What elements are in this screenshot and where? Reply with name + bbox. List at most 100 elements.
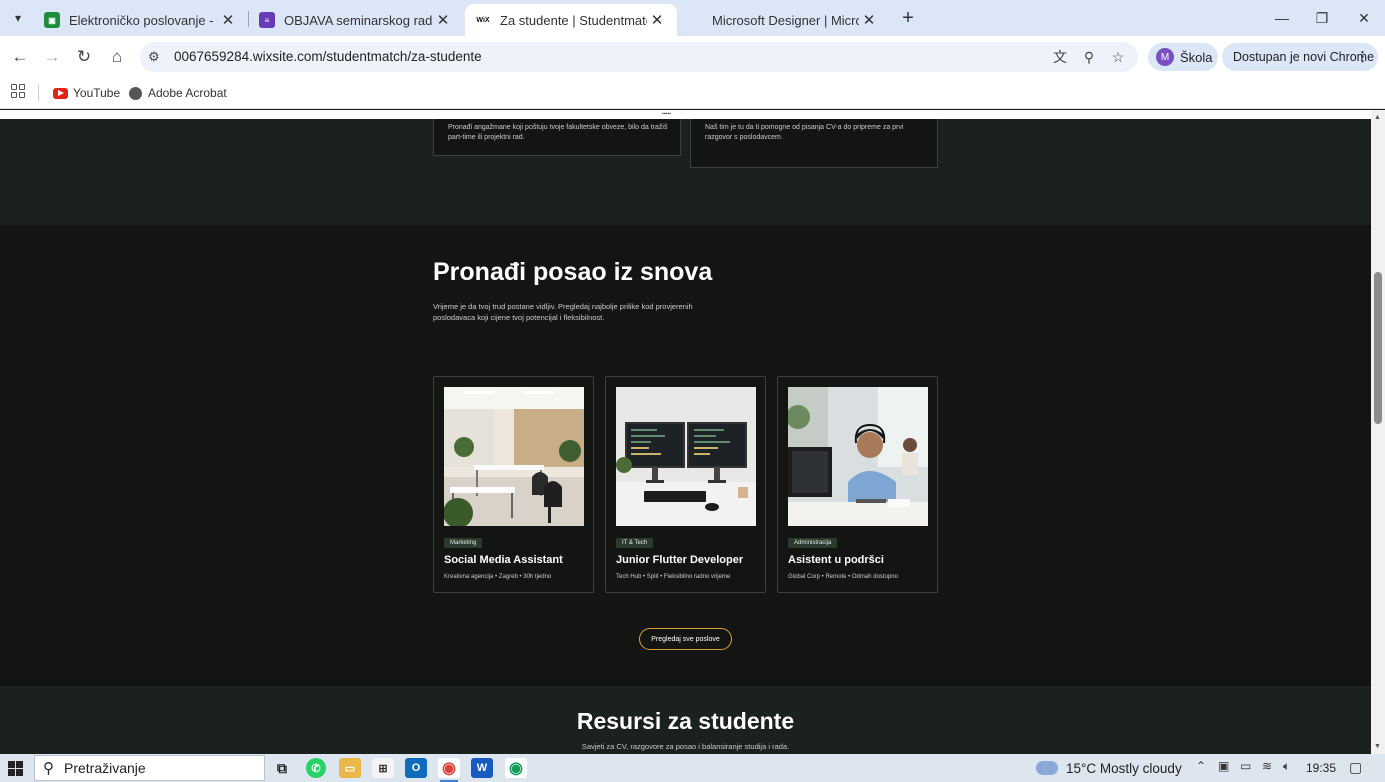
classroom-icon: ▣ bbox=[44, 12, 60, 28]
windows-start-icon[interactable] bbox=[8, 761, 23, 776]
cloudy-weather-icon bbox=[1036, 761, 1058, 775]
wix-banner: ▪▪▪▪▪ bbox=[0, 110, 1371, 119]
microsoft-store-icon[interactable]: ⊞ bbox=[372, 758, 394, 778]
chrome-profile-icon[interactable]: ◉ bbox=[505, 758, 527, 778]
job-meta: Tech Hub • Split • Fleksibilno radno vri… bbox=[616, 574, 731, 580]
window-close-icon[interactable]: ✕ bbox=[1341, 0, 1385, 36]
support-agent-photo bbox=[788, 387, 928, 526]
jobs-section: Pronađi posao iz snova Vrijeme je da tvo… bbox=[0, 225, 1371, 686]
clock[interactable]: 19:35 bbox=[1306, 761, 1336, 775]
page-scrollbar[interactable]: ▲ ▼ bbox=[1371, 110, 1385, 754]
page-viewport: ▪▪▪▪▪ Pronađi angažmane koji poštuju tvo… bbox=[0, 110, 1371, 754]
site-settings-icon[interactable]: ⚙ bbox=[148, 49, 160, 65]
search-placeholder: Pretraživanje bbox=[64, 760, 146, 776]
task-view-icon[interactable]: ⧉ bbox=[271, 758, 293, 778]
scrollbar-thumb[interactable] bbox=[1374, 272, 1382, 424]
weather-widget[interactable]: 15°C Mostly cloudy bbox=[1036, 758, 1182, 778]
job-card-flutter-developer[interactable]: IT & Tech Junior Flutter Developer Tech … bbox=[605, 376, 766, 593]
reload-icon[interactable]: ↻ bbox=[71, 44, 97, 70]
bookmark-youtube[interactable]: YouTube bbox=[53, 83, 120, 103]
taskbar-search-box[interactable]: ⚲ Pretraživanje bbox=[34, 755, 265, 781]
file-explorer-icon[interactable]: ▭ bbox=[339, 758, 361, 778]
word-icon[interactable]: W bbox=[471, 758, 493, 778]
microsoft-icon bbox=[687, 12, 703, 28]
volume-icon[interactable]: 🔈︎ bbox=[1283, 759, 1290, 774]
url-text[interactable]: 0067659284.wixsite.com/studentmatch/za-s… bbox=[174, 49, 482, 64]
windows-taskbar: ⚲ Pretraživanje ⧉ ✆ ▭ ⊞ O ◉ W ◉ 15°C Mos… bbox=[0, 754, 1385, 782]
bookmark-star-icon[interactable]: ☆ bbox=[1108, 47, 1128, 67]
job-meta: Kreativna agencija • Zagreb • 30h tjedno bbox=[444, 574, 552, 580]
close-icon[interactable]: ✕ bbox=[859, 11, 879, 29]
tab-title: Za studente | Studentmatch bbox=[500, 12, 647, 28]
tab-studentmatch[interactable]: WiX Za studente | Studentmatch ✕ bbox=[465, 4, 677, 36]
close-icon[interactable]: ✕ bbox=[433, 11, 453, 29]
forward-arrow-icon[interactable]: → bbox=[39, 44, 65, 70]
tab-title: OBJAVA seminarskog rada za kolegij bbox=[284, 12, 433, 28]
tab-title: Microsoft Designer | Microsoft 365 bbox=[712, 12, 859, 28]
view-all-jobs-button[interactable]: Pregledaj sve poslove bbox=[639, 628, 732, 650]
back-arrow-icon[interactable]: ← bbox=[7, 44, 33, 70]
chrome-icon[interactable]: ◉ bbox=[438, 758, 460, 782]
chrome-update-button[interactable]: Dostupan je novi Chrome ⋮ bbox=[1222, 43, 1378, 71]
notifications-icon[interactable]: ▢ bbox=[1349, 759, 1362, 776]
menu-dots-icon[interactable]: ⋮ bbox=[1356, 49, 1369, 65]
tab-title: Elektroničko poslovanje - SEMINAR bbox=[69, 12, 218, 28]
tab-objava[interactable]: ≡ OBJAVA seminarskog rada za kolegij ✕ bbox=[249, 4, 463, 36]
job-title[interactable]: Social Media Assistant bbox=[444, 554, 563, 566]
section-subtitle: Savjeti za CV, razgovore za posao i bala… bbox=[581, 742, 790, 751]
new-tab-plus-icon[interactable]: + bbox=[896, 6, 920, 30]
section-title: Pronađi posao iz snova bbox=[433, 258, 713, 286]
tab-seminar[interactable]: ▣ Elektroničko poslovanje - SEMINAR ✕ bbox=[34, 4, 248, 36]
bookmark-label: Adobe Acrobat bbox=[148, 86, 227, 100]
section-lead: Vrijeme je da tvoj trud postane vidljiv.… bbox=[433, 302, 693, 322]
service-card: Pronađi angažmane koji poštuju tvoje fak… bbox=[433, 119, 681, 156]
address-bar[interactable]: ⚙ 0067659284.wixsite.com/studentmatch/za… bbox=[140, 42, 1138, 72]
globe-icon bbox=[129, 86, 142, 100]
restore-icon[interactable]: ❐ bbox=[1299, 0, 1345, 36]
close-icon[interactable]: ✕ bbox=[218, 11, 238, 29]
search-icon: ⚲ bbox=[43, 760, 54, 777]
job-card-social-media[interactable]: Marketing Social Media Assistant Kreativ… bbox=[433, 376, 594, 593]
job-title[interactable]: Junior Flutter Developer bbox=[616, 554, 743, 566]
tab-strip: ▾ ▣ Elektroničko poslovanje - SEMINAR ✕ … bbox=[0, 0, 1385, 36]
translate-icon[interactable]: 文 bbox=[1050, 47, 1070, 67]
scroll-up-icon[interactable]: ▲ bbox=[1374, 114, 1381, 121]
monitors-photo bbox=[616, 387, 756, 526]
tray-chevron-up-icon[interactable]: ⌃ bbox=[1196, 759, 1206, 773]
youtube-icon bbox=[53, 87, 68, 99]
profile-button[interactable]: M Škola bbox=[1148, 43, 1218, 71]
job-category-tag: Marketing bbox=[444, 538, 483, 548]
forms-icon: ≡ bbox=[259, 12, 275, 28]
outlook-icon[interactable]: O bbox=[405, 758, 427, 778]
resources-section: Resursi za studente Savjeti za CV, razgo… bbox=[0, 686, 1371, 754]
job-title[interactable]: Asistent u podršci bbox=[788, 554, 884, 566]
service-card: Naš tim je tu da ti pomogne od pisanja C… bbox=[690, 119, 938, 168]
service-text: Naš tim je tu da ti pomogne od pisanja C… bbox=[705, 124, 904, 141]
apps-grid-icon[interactable] bbox=[11, 84, 25, 98]
section-title: Resursi za studente bbox=[576, 708, 795, 734]
weather-text: 15°C Mostly cloudy bbox=[1066, 760, 1182, 776]
job-category-tag: IT & Tech bbox=[616, 538, 654, 548]
scroll-down-icon[interactable]: ▼ bbox=[1374, 743, 1381, 750]
wifi-icon[interactable]: ≋ bbox=[1262, 759, 1272, 773]
zoom-icon[interactable]: ⚲ bbox=[1079, 47, 1099, 67]
job-category-tag: Administracija bbox=[788, 538, 838, 548]
home-icon[interactable]: ⌂ bbox=[104, 44, 130, 70]
update-label: Dostupan je novi Chrome bbox=[1233, 50, 1375, 64]
bookmark-label: YouTube bbox=[73, 86, 121, 100]
job-meta: Global Corp • Remote • Odmah dostupno bbox=[788, 574, 898, 580]
service-text: Pronađi angažmane koji poštuju tvoje fak… bbox=[448, 124, 668, 141]
battery-icon[interactable]: ▭ bbox=[1240, 759, 1251, 773]
tab-search-chevron-icon[interactable]: ▾ bbox=[6, 6, 30, 30]
tray-device-icon[interactable]: ▣ bbox=[1218, 759, 1229, 773]
tab-microsoft-designer[interactable]: Microsoft Designer | Microsoft 365 ✕ bbox=[677, 4, 889, 36]
bookmark-divider bbox=[38, 85, 39, 101]
profile-label: Škola bbox=[1180, 49, 1213, 65]
whatsapp-icon[interactable]: ✆ bbox=[306, 758, 326, 778]
office-photo bbox=[444, 387, 584, 526]
bookmark-adobe-acrobat[interactable]: Adobe Acrobat bbox=[129, 83, 227, 103]
wix-icon: WiX bbox=[476, 16, 490, 24]
close-icon[interactable]: ✕ bbox=[647, 11, 667, 29]
job-card-support-assistant[interactable]: Administracija Asistent u podršci Global… bbox=[777, 376, 938, 593]
browser-toolbar: ← → ↻ ⌂ ⚙ 0067659284.wixsite.com/student… bbox=[0, 36, 1385, 78]
